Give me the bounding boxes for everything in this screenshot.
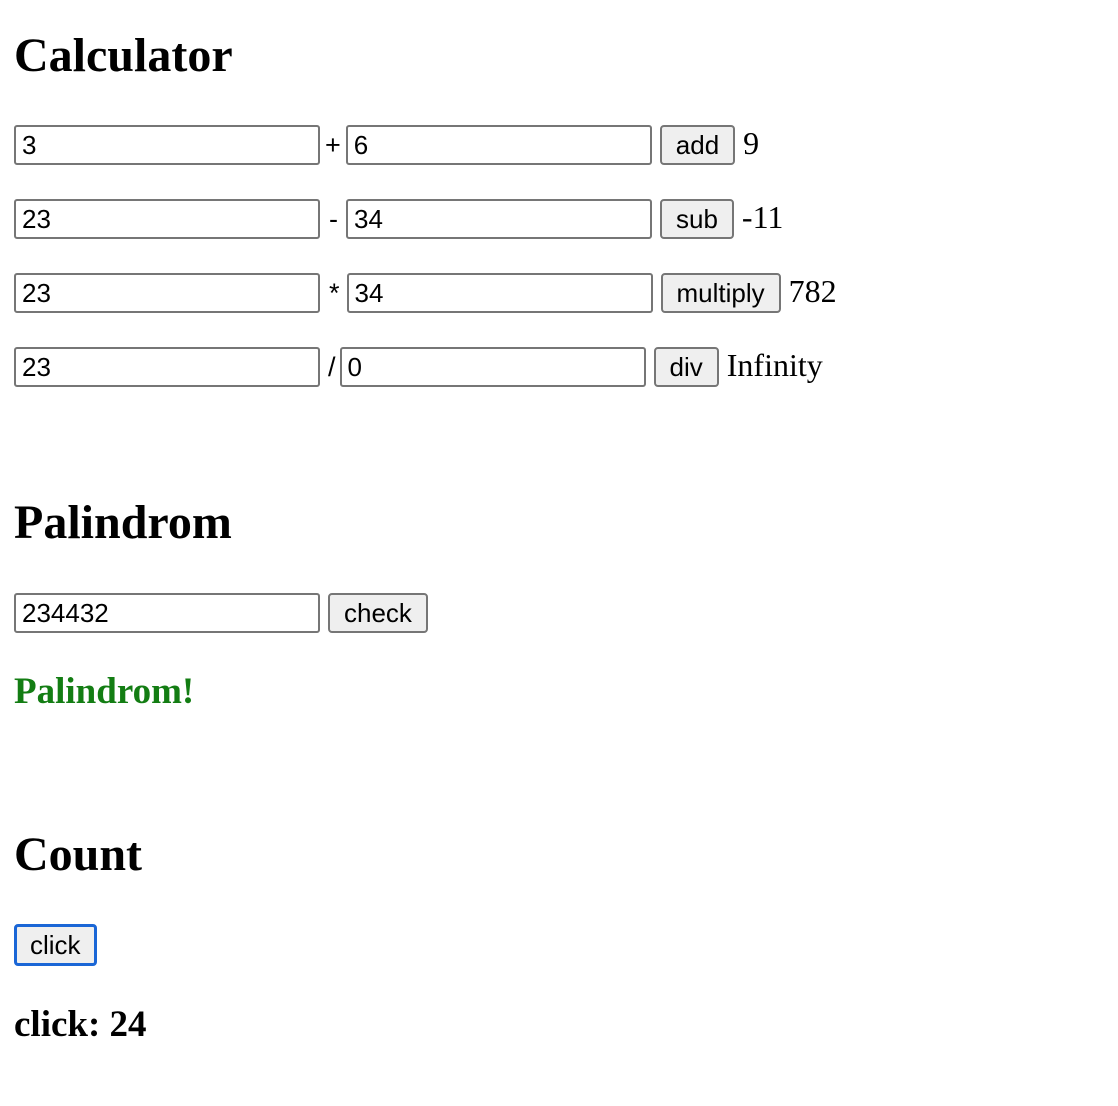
div-row: / div Infinity: [14, 347, 823, 387]
sub-operator: -: [329, 203, 338, 234]
multiply-operand-b-input[interactable]: [346, 273, 653, 313]
palindrome-row: check: [14, 593, 428, 633]
div-operator: /: [328, 351, 336, 382]
count-result: click: 24: [14, 1004, 147, 1045]
page: Calculator + add 9 - sub -11 * multiply …: [0, 0, 1118, 1106]
div-operand-b-input[interactable]: [339, 347, 646, 387]
multiply-result: 782: [788, 272, 837, 309]
check-button[interactable]: check: [328, 593, 428, 633]
add-result: 9: [743, 124, 760, 161]
div-result: Infinity: [726, 346, 823, 383]
sub-button[interactable]: sub: [660, 199, 734, 239]
add-operator: +: [325, 129, 341, 160]
multiply-operand-a-input[interactable]: [14, 273, 320, 313]
sub-row: - sub -11: [14, 199, 783, 239]
palindrome-heading: Palindrom: [14, 496, 232, 549]
palindrome-result: Palindrom!: [14, 671, 195, 712]
sub-operand-a-input[interactable]: [14, 199, 320, 239]
multiply-operator: *: [329, 277, 340, 308]
calculator-heading: Calculator: [14, 29, 233, 82]
add-operand-a-input[interactable]: [14, 125, 320, 165]
count-heading: Count: [14, 828, 143, 881]
add-operand-b-input[interactable]: [345, 125, 652, 165]
add-row: + add 9: [14, 125, 759, 165]
multiply-row: * multiply 782: [14, 273, 837, 313]
add-button[interactable]: add: [659, 125, 736, 165]
sub-operand-b-input[interactable]: [346, 199, 652, 239]
click-button[interactable]: click: [14, 924, 97, 966]
div-operand-a-input[interactable]: [14, 347, 320, 387]
div-button[interactable]: div: [653, 347, 719, 387]
multiply-button[interactable]: multiply: [660, 273, 781, 313]
palindrome-input[interactable]: [14, 593, 320, 633]
sub-result: -11: [741, 198, 784, 235]
